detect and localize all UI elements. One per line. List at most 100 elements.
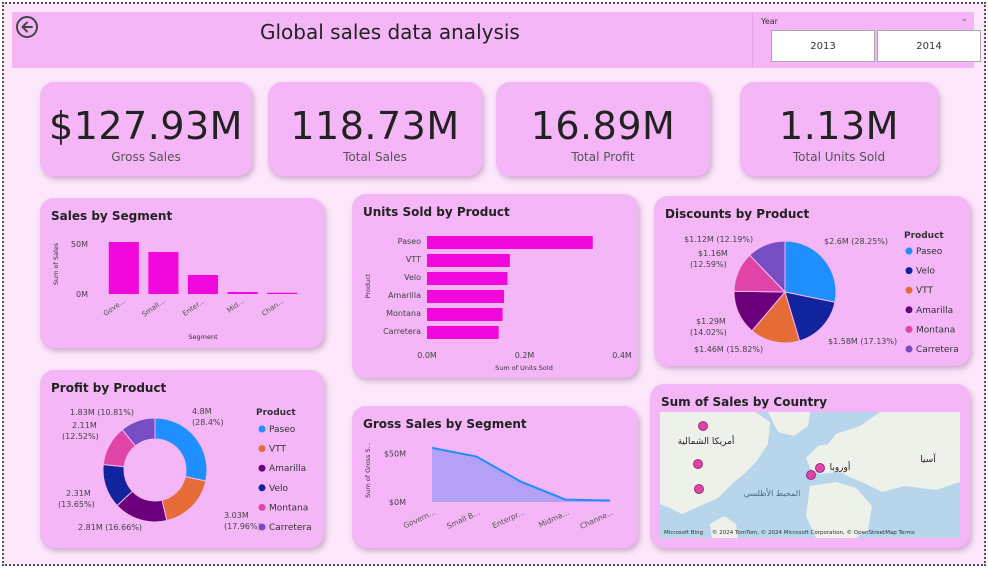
country-bubble-usa[interactable] bbox=[693, 459, 703, 469]
kpi-label: Gross Sales bbox=[111, 150, 181, 164]
units-by-product-chart: Paseo VTT Velo Amarilla Montana Carretera 0.0M… bbox=[364, 236, 632, 372]
bar bbox=[267, 292, 298, 294]
arrow-left-icon bbox=[21, 21, 33, 33]
slice-label: $1.46M (15.82%) bbox=[694, 345, 763, 354]
profit-by-product-chart: 4.8M (28.4%) 3.03M (17.96%) 2.81M (16.66%) 2.… bbox=[58, 407, 312, 533]
slice-label: (17.96%) bbox=[224, 522, 261, 531]
country-bubble-germany[interactable] bbox=[815, 463, 825, 473]
bar bbox=[148, 252, 179, 294]
x-tick-label: Enterpr... bbox=[491, 508, 526, 531]
chevron-down-icon[interactable]: ⌄ bbox=[960, 14, 968, 24]
bar bbox=[427, 290, 505, 303]
y-tick-label: Velo bbox=[404, 273, 421, 282]
gross-sales-by-segment-chart: $0M $50M Sum of Gross S... Govern... Small B… bbox=[364, 442, 615, 531]
sales-by-segment-chart: 0M 50M Sum of Sales Gove... Small... Enter...… bbox=[52, 240, 298, 341]
legend-marker bbox=[258, 523, 266, 531]
discounts-by-product-chart: $2.6M (28.25%) $1.58M (17.13%) $1.46M (15.… bbox=[684, 231, 959, 355]
slice-label: (12.52%) bbox=[62, 432, 99, 441]
y-tick-label: $50M bbox=[384, 450, 406, 459]
chart-title: Sum of Sales by Country bbox=[661, 395, 828, 409]
country-bubble-mexico[interactable] bbox=[694, 484, 704, 494]
slice-label: $1.29M bbox=[696, 317, 726, 326]
bar bbox=[427, 236, 593, 249]
x-tick-label: Gove... bbox=[102, 297, 127, 318]
kpi-label: Total Sales bbox=[343, 150, 407, 164]
y-axis-label: Product bbox=[364, 273, 372, 298]
y-tick-label: Paseo bbox=[398, 237, 421, 246]
legend-marker bbox=[905, 325, 913, 333]
legend-label: Carretera bbox=[916, 345, 959, 355]
legend-label: VTT bbox=[916, 286, 933, 296]
legend-marker bbox=[258, 503, 266, 511]
profit-by-product-card: Profit by Product 4.8M (28.4%) 3.03M (17.96… bbox=[40, 370, 324, 548]
bar bbox=[427, 308, 503, 321]
bar bbox=[427, 272, 508, 285]
area-fill bbox=[432, 447, 610, 502]
x-tick-label: 0.2M bbox=[515, 351, 535, 360]
slice-label: (12.59%) bbox=[690, 260, 727, 269]
header-bar: Global sales data analysis Year ⌄ 2013 2… bbox=[12, 12, 981, 68]
legend-marker bbox=[258, 425, 266, 433]
legend-label: Paseo bbox=[916, 247, 943, 257]
slice-label: 3.03M bbox=[224, 511, 249, 520]
map-label-asia: آسيا bbox=[920, 453, 936, 465]
x-tick-label: Mid... bbox=[226, 297, 246, 315]
legend-label: Montana bbox=[269, 503, 308, 513]
legend-marker bbox=[258, 445, 266, 453]
y-tick-label: 0M bbox=[76, 290, 88, 299]
kpi-value: 1.13M bbox=[779, 104, 899, 148]
slice-label: (13.65%) bbox=[58, 500, 95, 509]
kpi-card-total-units: 1.13M Total Units Sold bbox=[740, 82, 938, 176]
slice-label: 2.31M bbox=[66, 489, 91, 498]
donut-slice bbox=[161, 476, 207, 522]
slice-label: 1.83M (10.81%) bbox=[70, 408, 134, 417]
year-button-2013[interactable]: 2013 bbox=[771, 30, 875, 62]
y-axis-label: Sum of Gross S... bbox=[364, 442, 372, 498]
legend-title: Product bbox=[904, 231, 944, 241]
legend-label: Carretera bbox=[269, 523, 312, 533]
kpi-label: Total Units Sold bbox=[792, 150, 886, 164]
y-axis-label: Sum of Sales bbox=[52, 242, 60, 285]
bar bbox=[427, 326, 499, 339]
x-tick-label: 0.0M bbox=[417, 351, 437, 360]
x-tick-label: Channe... bbox=[579, 508, 615, 531]
bar bbox=[227, 292, 258, 294]
legend-marker bbox=[905, 267, 913, 275]
x-tick-label: Enter... bbox=[181, 297, 206, 318]
x-tick-label: Small B... bbox=[445, 508, 481, 531]
bar bbox=[108, 242, 139, 294]
map-label-north-america: أمريكا الشمالية bbox=[678, 435, 735, 447]
sales-map[interactable]: أمريكا الشمالية أوروبا آسيا المحيط الأطل… bbox=[660, 412, 960, 538]
y-tick-label: VTT bbox=[406, 255, 421, 264]
x-axis-label: Segment bbox=[188, 333, 218, 341]
country-bubble-canada[interactable] bbox=[698, 421, 708, 431]
y-tick-label: Montana bbox=[386, 309, 421, 318]
legend-marker bbox=[258, 484, 266, 492]
gross-sales-by-segment-card: Gross Sales by Segment $0M $50M Sum of Gro… bbox=[352, 406, 638, 548]
year-button-2014[interactable]: 2014 bbox=[877, 30, 981, 62]
x-tick-label: Midma... bbox=[537, 508, 570, 530]
slicer-label: Year bbox=[761, 17, 778, 26]
map-brand: Microsoft Bing bbox=[664, 530, 703, 536]
y-tick-label: Carretera bbox=[383, 327, 421, 336]
slice-label: (28.4%) bbox=[192, 418, 224, 427]
country-bubble-france[interactable] bbox=[806, 470, 816, 480]
slice-label: $1.12M (12.19%) bbox=[684, 235, 753, 244]
back-button[interactable] bbox=[16, 16, 38, 38]
slice-label: 4.8M bbox=[192, 407, 212, 416]
legend-label: Paseo bbox=[269, 425, 296, 435]
legend-label: Amarilla bbox=[916, 306, 953, 316]
legend-label: Montana bbox=[916, 325, 955, 335]
kpi-value: 118.73M bbox=[290, 104, 460, 148]
legend-label: VTT bbox=[269, 445, 286, 455]
x-tick-label: Chan... bbox=[260, 297, 285, 318]
slice-label: $2.6M (28.25%) bbox=[824, 237, 888, 246]
kpi-card-total-sales: 118.73M Total Sales bbox=[268, 82, 482, 176]
slice-label: $1.58M (17.13%) bbox=[828, 337, 897, 346]
discounts-by-product-card: Discounts by Product $2.6M (28.25%) $1.58… bbox=[654, 196, 970, 366]
slice-label: $1.16M bbox=[698, 249, 728, 258]
legend-marker bbox=[258, 464, 266, 472]
map-attribution[interactable]: © 2024 TomTom, © 2024 Microsoft Corporat… bbox=[712, 529, 915, 536]
y-tick-label: Amarilla bbox=[388, 291, 421, 300]
sales-by-country-card: Sum of Sales by Country أمريكا الشمالية … bbox=[650, 384, 970, 548]
